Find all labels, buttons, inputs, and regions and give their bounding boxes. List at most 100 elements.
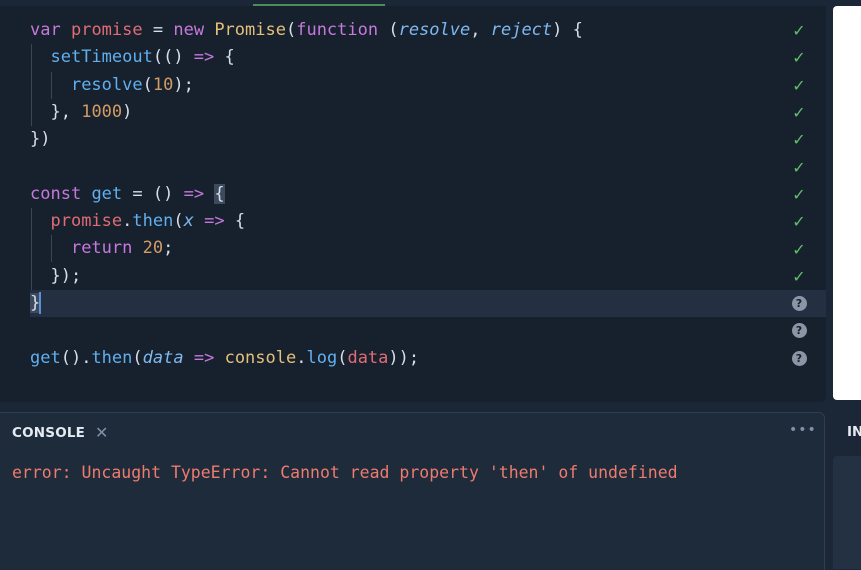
code-line[interactable]: [30, 317, 810, 344]
text-cursor: [39, 291, 42, 314]
code-token: },: [50, 101, 82, 122]
code-token: x: [183, 211, 194, 232]
gutter-mark: ✓: [787, 208, 811, 235]
side-panel-content: [833, 456, 861, 569]
close-icon[interactable]: ✕: [95, 423, 108, 442]
gutter-mark: ?: [787, 290, 811, 317]
code-token: (: [285, 20, 297, 40]
code-token: =>: [193, 347, 215, 368]
code-line[interactable]: const get = () => {: [30, 181, 810, 208]
gutter-mark: ✓: [787, 235, 811, 262]
code-token: ().: [60, 347, 92, 368]
gutter-mark: ?: [787, 317, 811, 344]
code-token: =>: [183, 183, 205, 204]
code-token: }): [30, 129, 51, 150]
code-token: ) {: [552, 20, 583, 40]
check-icon: ✓: [792, 239, 806, 259]
code-token: .: [296, 347, 307, 368]
check-icon: ✓: [792, 184, 806, 204]
check-icon: ✓: [792, 48, 806, 68]
gutter-mark: ✓: [787, 44, 811, 71]
gutter-mark: ✓: [787, 72, 811, 99]
code-token: );: [173, 74, 194, 95]
code-token: promise: [70, 20, 143, 40]
check-icon: ✓: [792, 103, 806, 123]
code-line[interactable]: }): [30, 126, 810, 153]
code-token: get: [91, 183, 123, 204]
code-token: data: [142, 347, 184, 368]
code-token: {: [214, 47, 235, 68]
gutter-mark: ✓: [787, 263, 811, 290]
code-line[interactable]: }: [30, 290, 810, 317]
code-token: });: [50, 265, 82, 286]
code-line[interactable]: var promise = new Promise(function (reso…: [30, 17, 810, 44]
code-token: console: [224, 347, 297, 368]
code-token: =>: [193, 47, 215, 68]
code-token: const: [30, 183, 82, 204]
code-token: var: [30, 20, 61, 40]
code-line[interactable]: resolve(10);: [30, 72, 810, 99]
gutter-mark: ✓: [787, 181, 811, 208]
code-token: reject: [490, 20, 553, 40]
code-token: get: [30, 347, 61, 368]
result-gutter: ✓ ✓ ✓ ✓ ✓ ✓ ✓ ✓ ✓ ✓???: [787, 17, 811, 372]
code-token: function: [296, 20, 379, 40]
question-circle-icon[interactable]: ?: [791, 323, 807, 339]
code-token: = (): [122, 183, 184, 204]
gutter-mark: ✓: [787, 126, 811, 153]
code-token: (: [378, 20, 399, 40]
question-circle-icon[interactable]: ?: [791, 296, 807, 312]
code-line[interactable]: }, 1000): [30, 99, 810, 126]
code-token: ): [122, 101, 133, 122]
code-line[interactable]: promise.then(x => {: [30, 208, 810, 235]
code-token: (: [132, 347, 143, 368]
code-token: ;: [163, 238, 174, 259]
code-token: (: [337, 347, 348, 368]
code-editor[interactable]: var promise = new Promise(function (reso…: [0, 6, 826, 402]
matched-bracket: {: [214, 183, 225, 204]
code-token: log: [306, 347, 338, 368]
console-title: CONSOLE: [12, 425, 86, 441]
gutter-mark: ✓: [787, 153, 811, 180]
code-line[interactable]: });: [30, 263, 810, 290]
preview-panel: [833, 6, 861, 400]
side-panel-title: IN: [847, 424, 861, 440]
code-token: 20: [142, 238, 164, 259]
code-token: 10: [152, 74, 174, 95]
more-horizontal-icon[interactable]: •••: [789, 422, 817, 438]
check-icon: ✓: [792, 75, 806, 95]
question-circle-icon[interactable]: ?: [791, 350, 807, 366]
code-token: then: [91, 347, 133, 368]
check-icon: ✓: [792, 212, 806, 232]
code-lines[interactable]: var promise = new Promise(function (reso…: [30, 17, 810, 372]
code-token: =>: [204, 211, 225, 232]
code-token: resolve: [70, 74, 143, 95]
code-token: resolve: [398, 20, 471, 40]
code-token: Promise: [214, 20, 286, 40]
console-error-message: error: Uncaught TypeError: Cannot read p…: [12, 463, 678, 482]
check-icon: ✓: [792, 21, 806, 41]
code-token: new: [173, 20, 205, 40]
gutter-mark: ✓: [787, 17, 811, 44]
code-line[interactable]: [30, 153, 810, 180]
code-token: data: [347, 347, 389, 368]
code-token: 1000: [81, 101, 123, 122]
code-token: (: [142, 74, 153, 95]
code-line[interactable]: setTimeout(() => {: [30, 44, 810, 71]
check-icon: ✓: [792, 266, 806, 286]
code-line[interactable]: return 20;: [30, 235, 810, 262]
code-token: ((): [152, 47, 194, 68]
code-line[interactable]: get().then(data => console.log(data));: [30, 345, 810, 372]
